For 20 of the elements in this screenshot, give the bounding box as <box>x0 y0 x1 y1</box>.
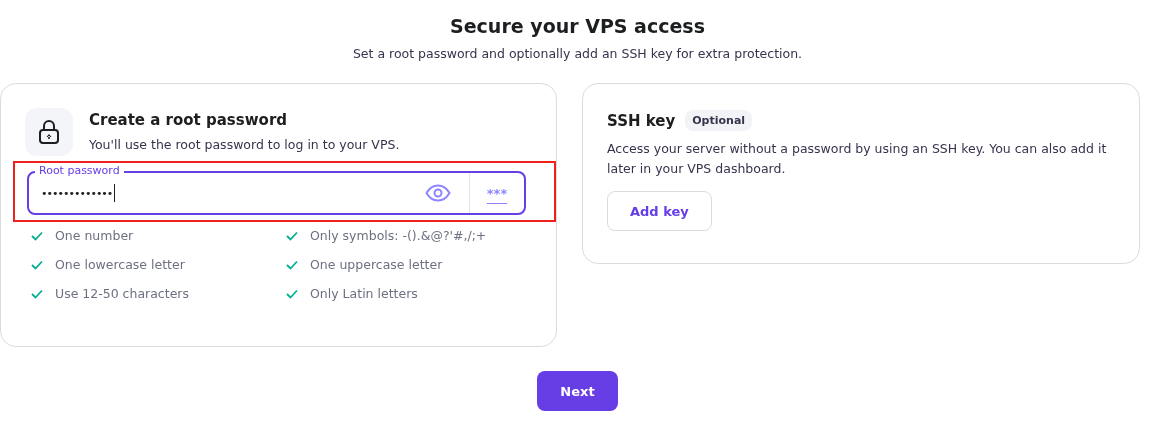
generate-password-button[interactable]: *** <box>470 184 524 202</box>
requirement-text: One number <box>55 228 134 243</box>
requirement-text: Only symbols: -().&@?'#,/;+ <box>310 228 487 243</box>
card-title: Create a root password <box>89 111 289 129</box>
card-description: You'll use the root password to log in to your VPS. <box>89 137 400 152</box>
next-button[interactable]: Next <box>537 371 618 411</box>
optional-badge: Optional <box>685 110 753 131</box>
page-subtitle: Set a root password and optionally add an SSH key for extra protection. <box>352 46 803 61</box>
card-title: SSH key <box>607 111 676 130</box>
card-description: Access your server without a password by using an SSH key. You can also add it later in your VPS dashboard. <box>607 140 1107 178</box>
requirement-text: One uppercase letter <box>310 257 443 272</box>
field-label: Root password <box>35 164 124 178</box>
requirement-text: One lowercase letter <box>55 257 185 272</box>
requirement-text: Use 12-50 characters <box>55 286 189 301</box>
requirement-text: Only Latin letters <box>310 286 418 301</box>
add-key-button[interactable]: Add key <box>607 191 712 231</box>
page-title: Secure your VPS access <box>450 14 705 39</box>
lock-icon <box>25 108 73 156</box>
password-value: ••••••••••••• <box>41 186 113 200</box>
eye-icon[interactable] <box>425 184 451 202</box>
